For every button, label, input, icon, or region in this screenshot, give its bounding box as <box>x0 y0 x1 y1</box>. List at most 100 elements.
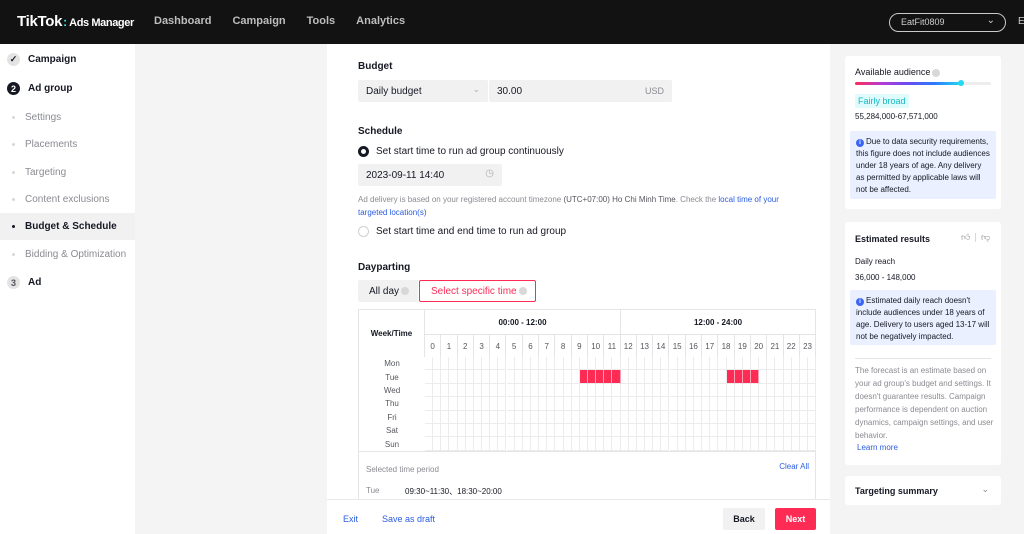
time-cell[interactable] <box>441 397 450 411</box>
time-cell[interactable] <box>791 357 800 371</box>
sidebar-step-campaign[interactable]: ✓ Campaign <box>0 46 135 73</box>
time-cell[interactable] <box>506 383 515 398</box>
time-cell[interactable] <box>482 424 491 438</box>
time-cell[interactable] <box>571 410 580 424</box>
time-cell[interactable] <box>767 370 776 384</box>
time-cell[interactable] <box>677 437 686 451</box>
time-cell[interactable] <box>563 370 572 384</box>
time-cell[interactable] <box>718 424 727 438</box>
time-cell[interactable] <box>433 370 442 384</box>
time-cell[interactable] <box>588 383 597 398</box>
sidebar-item-budget-schedule[interactable]: Budget & Schedule <box>0 213 135 240</box>
time-cell[interactable] <box>425 410 434 424</box>
time-cell[interactable] <box>653 383 662 398</box>
time-cell[interactable] <box>759 437 768 451</box>
time-cell-selected[interactable] <box>742 370 751 384</box>
time-cell[interactable] <box>449 383 458 398</box>
time-cell[interactable] <box>669 424 678 438</box>
nav-dashboard[interactable]: Dashboard <box>154 15 211 27</box>
time-cell[interactable] <box>767 424 776 438</box>
hour-label[interactable]: 18 <box>718 335 735 357</box>
time-cell[interactable] <box>808 437 817 451</box>
time-cell[interactable] <box>530 383 540 398</box>
time-cell[interactable] <box>620 424 629 438</box>
time-cell[interactable] <box>433 437 442 451</box>
time-cell[interactable] <box>799 424 809 438</box>
time-cell[interactable] <box>498 383 507 398</box>
time-cell[interactable] <box>775 397 784 411</box>
time-cell[interactable] <box>506 437 515 451</box>
time-cell[interactable] <box>555 357 564 371</box>
time-cell[interactable] <box>620 437 629 451</box>
time-cell[interactable] <box>710 383 719 398</box>
budget-type-select[interactable]: Daily budget ⌄ <box>358 80 488 102</box>
time-cell[interactable] <box>645 370 654 384</box>
time-cell[interactable] <box>457 357 466 371</box>
time-cell[interactable] <box>604 383 613 398</box>
time-cell[interactable] <box>425 437 434 451</box>
time-cell[interactable] <box>783 397 792 411</box>
time-cell[interactable] <box>571 397 580 411</box>
hour-label[interactable]: 4 <box>490 335 507 357</box>
time-cell[interactable] <box>693 437 703 451</box>
time-cell[interactable] <box>563 397 572 411</box>
time-cell[interactable] <box>783 357 792 371</box>
time-cell[interactable] <box>579 397 588 411</box>
time-cell[interactable] <box>693 383 703 398</box>
time-cell[interactable] <box>767 437 776 451</box>
time-cell[interactable] <box>604 424 613 438</box>
hour-label[interactable]: 2 <box>458 335 474 357</box>
time-cell[interactable] <box>767 357 776 371</box>
time-cell[interactable] <box>669 397 678 411</box>
time-cell[interactable] <box>579 357 588 371</box>
time-cell[interactable] <box>530 424 540 438</box>
time-cell[interactable] <box>571 424 580 438</box>
time-cell[interactable] <box>449 357 458 371</box>
time-cell[interactable] <box>669 437 678 451</box>
time-cell[interactable] <box>751 424 760 438</box>
time-cell[interactable] <box>522 357 531 371</box>
hour-label[interactable]: 20 <box>751 335 768 357</box>
time-cell[interactable] <box>555 370 564 384</box>
time-cell[interactable] <box>799 437 809 451</box>
learn-more-link[interactable]: Learn more <box>857 443 898 452</box>
time-cell[interactable] <box>563 383 572 398</box>
targeting-summary-card[interactable]: Targeting summary ⌄ <box>845 476 1001 505</box>
time-cell[interactable] <box>628 357 637 371</box>
time-cell[interactable] <box>726 437 735 451</box>
time-cell[interactable] <box>579 437 588 451</box>
time-cell[interactable] <box>530 410 540 424</box>
time-cell[interactable] <box>685 357 694 371</box>
time-cell[interactable] <box>425 370 434 384</box>
time-cell[interactable] <box>677 357 686 371</box>
time-cell[interactable] <box>604 437 613 451</box>
time-cell[interactable] <box>759 383 768 398</box>
time-cell[interactable] <box>653 410 662 424</box>
time-cell[interactable] <box>473 424 483 438</box>
sidebar-step-ad[interactable]: 3 Ad <box>0 269 135 296</box>
hour-label[interactable]: 5 <box>507 335 523 357</box>
time-cell[interactable] <box>490 357 499 371</box>
time-cell[interactable] <box>596 437 605 451</box>
time-cell[interactable] <box>596 383 605 398</box>
time-cell[interactable] <box>465 357 474 371</box>
time-cell[interactable] <box>702 370 711 384</box>
all-day-toggle[interactable]: All day <box>358 280 418 302</box>
time-cell[interactable] <box>677 370 686 384</box>
time-cell[interactable] <box>628 437 637 451</box>
time-cell[interactable] <box>490 397 499 411</box>
time-cell[interactable] <box>685 370 694 384</box>
start-time-input[interactable]: 2023-09-11 14:40 ◷ <box>358 164 502 186</box>
hour-label[interactable]: 23 <box>800 335 817 357</box>
time-cell[interactable] <box>530 397 540 411</box>
time-cell[interactable] <box>734 383 743 398</box>
select-specific-time-toggle[interactable]: Select specific time <box>419 280 536 302</box>
time-cell[interactable] <box>473 397 483 411</box>
time-cell[interactable] <box>799 370 809 384</box>
day-label[interactable]: Wed <box>359 384 425 397</box>
time-cell[interactable] <box>579 383 588 398</box>
time-cell[interactable] <box>645 437 654 451</box>
radio-continuous-label[interactable]: Set start time to run ad group continuou… <box>376 146 564 157</box>
day-label[interactable]: Mon <box>359 357 425 370</box>
hour-label[interactable]: 6 <box>523 335 540 357</box>
